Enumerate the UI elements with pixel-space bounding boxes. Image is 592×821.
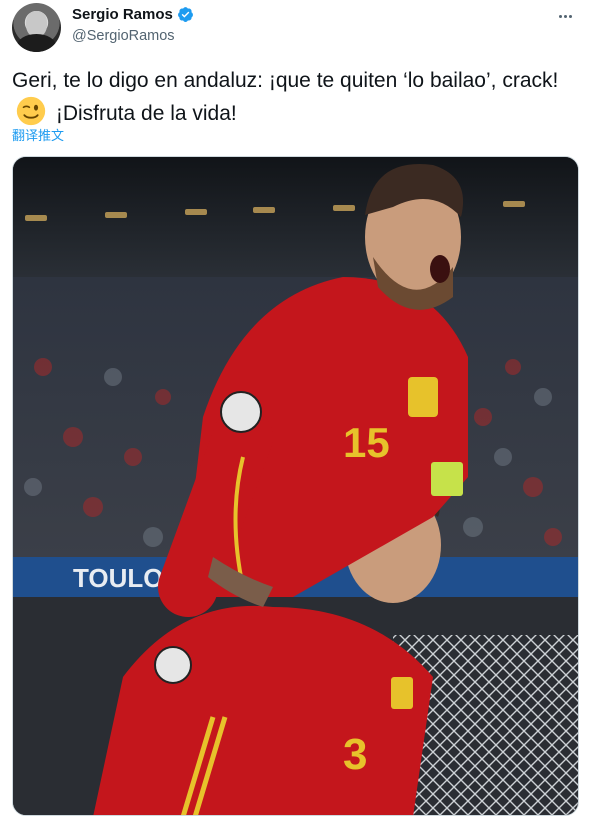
author-name-row: Sergio Ramos [72, 6, 194, 23]
tweet-text-part2: ¡Disfruta de la vida! [55, 102, 237, 125]
crest-icon [391, 677, 413, 709]
avatar[interactable] [12, 3, 61, 52]
jersey-number-top: 15 [343, 419, 390, 466]
more-dot-icon [568, 14, 572, 18]
tweet-photo[interactable]: TOULOU 3 15 [12, 156, 579, 816]
tweet-header: Sergio Ramos @SergioRamos [0, 0, 592, 62]
author-display-name[interactable]: Sergio Ramos [72, 6, 173, 23]
author-handle[interactable]: @SergioRamos [72, 28, 175, 44]
crest-icon [408, 377, 438, 417]
badge-icon [154, 646, 192, 684]
winking-face-emoji-icon [16, 96, 46, 126]
avatar-body [17, 34, 56, 52]
stadium-roof [13, 157, 578, 277]
photo-illustration: TOULOU 3 15 [13, 157, 578, 815]
more-dot-icon [563, 14, 567, 18]
more-dot-icon [558, 14, 562, 18]
tweet-text-part1: Geri, te lo digo en andaluz: ¡que te qui… [12, 69, 559, 92]
badge-icon [220, 391, 262, 433]
verified-badge-icon [177, 7, 193, 22]
translate-tweet-link[interactable]: 翻译推文 [12, 125, 64, 144]
jersey-number-bottom: 3 [343, 730, 367, 779]
more-options-icon[interactable] [554, 8, 576, 24]
captain-armband [431, 462, 463, 496]
tweet-text: Geri, te lo digo en andaluz: ¡que te qui… [12, 66, 582, 129]
